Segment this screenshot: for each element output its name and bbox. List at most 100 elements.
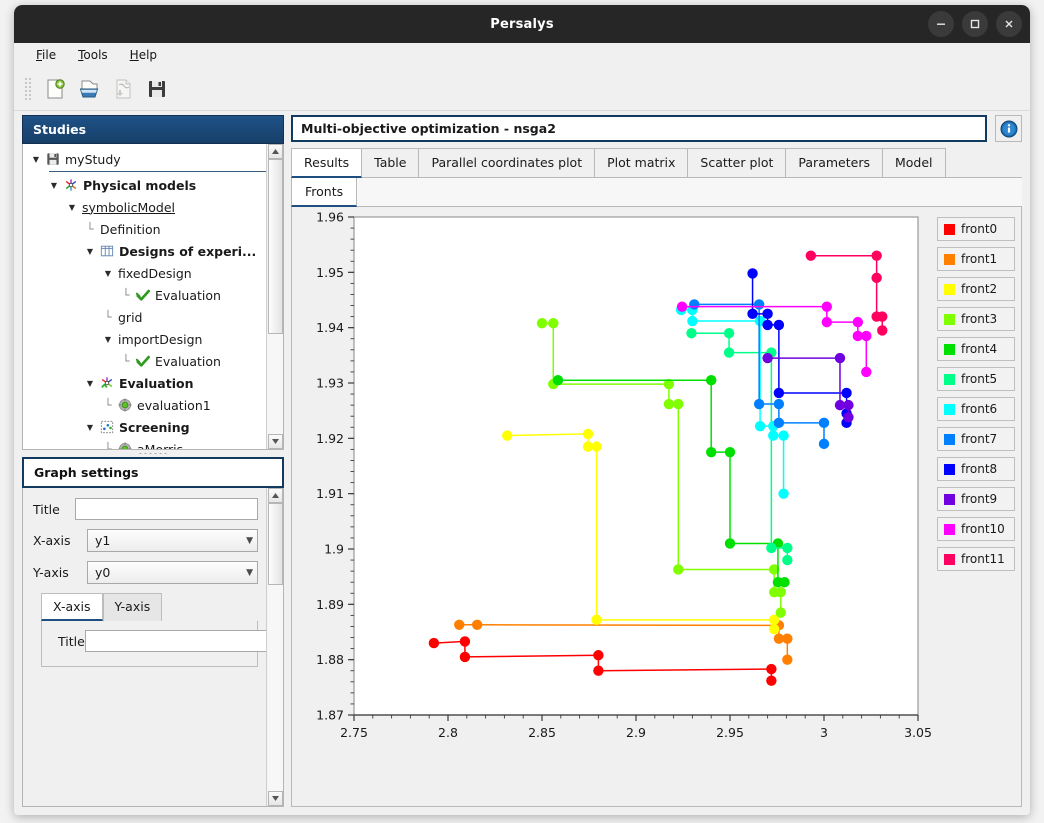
info-icon[interactable]	[995, 115, 1022, 142]
data-point	[805, 250, 817, 261]
graph-xaxis-select[interactable]: y1 ▼	[87, 529, 258, 552]
chevron-down-icon[interactable]: ▼	[83, 247, 97, 256]
tree-item-amorris[interactable]: └ aMorris	[23, 438, 266, 449]
maximize-icon[interactable]	[962, 11, 988, 37]
data-point	[706, 375, 717, 386]
tree-item-symbolicmodel[interactable]: ▼ symbolicModel	[23, 196, 266, 218]
tree-branch-icon[interactable]: └	[101, 310, 115, 324]
tree-branch-icon[interactable]: └	[83, 222, 97, 236]
legend-swatch-icon	[944, 343, 955, 355]
minimize-icon[interactable]	[928, 11, 954, 37]
panel-splitter[interactable]	[22, 450, 284, 457]
scroll-thumb[interactable]	[267, 503, 283, 585]
legend-label: front5	[961, 372, 998, 386]
data-point	[593, 665, 604, 676]
tree-scrollbar[interactable]	[266, 144, 283, 449]
legend-item-front3[interactable]: front3	[937, 307, 1015, 331]
gear-icon	[115, 442, 134, 449]
tab-scatter-plot[interactable]: Scatter plot	[687, 148, 787, 177]
axis-subtabs: X-axis Y-axis	[41, 593, 258, 621]
data-point	[766, 675, 777, 686]
y-tick-label: 1.9	[324, 542, 344, 557]
menu-tools[interactable]: Tools	[68, 45, 118, 65]
save-icon[interactable]	[141, 74, 173, 104]
chevron-down-icon[interactable]: ▼	[65, 203, 79, 212]
legend-item-front8[interactable]: front8	[937, 457, 1015, 481]
legend-item-front0[interactable]: front0	[937, 217, 1015, 241]
tab-results[interactable]: Results	[291, 148, 363, 178]
fronts-chart-svg[interactable]: 1.87 1.88 1.89 1.9 1.91 1.92 1.93 1.94 1.95 1.96 2…	[296, 211, 932, 759]
scroll-thumb[interactable]	[267, 159, 283, 334]
y-tick-label: 1.91	[316, 486, 344, 501]
menu-help[interactable]: Help	[120, 45, 167, 65]
chevron-down-icon[interactable]: ▼	[83, 379, 97, 388]
tree-item-grid[interactable]: └ grid	[23, 306, 266, 328]
chevron-down-icon[interactable]: ▼	[83, 423, 97, 432]
scroll-track[interactable]	[267, 503, 283, 791]
tab-plot-matrix[interactable]: Plot matrix	[594, 148, 689, 177]
data-point	[593, 650, 604, 661]
tree-item-screening[interactable]: ▼ Screening	[23, 416, 266, 438]
tab-y-axis[interactable]: Y-axis	[102, 593, 163, 621]
tree-item-importdesign[interactable]: ▼ importDesign	[23, 328, 266, 350]
legend-item-front5[interactable]: front5	[937, 367, 1015, 391]
tab-model[interactable]: Model	[881, 148, 946, 177]
tree-item-evaluation[interactable]: ▼ Evaluation	[23, 372, 266, 394]
tree-branch-icon[interactable]: └	[101, 442, 115, 449]
tab-x-axis[interactable]: X-axis	[41, 593, 103, 621]
legend-item-front1[interactable]: front1	[937, 247, 1015, 271]
tab-parameters[interactable]: Parameters	[785, 148, 883, 177]
chevron-down-icon[interactable]: ▼	[101, 335, 115, 344]
graph-yaxis-select[interactable]: y0 ▼	[87, 561, 258, 584]
graph-settings-scrollbar[interactable]	[266, 488, 283, 806]
legend-item-front2[interactable]: front2	[937, 277, 1015, 301]
data-point	[775, 586, 786, 598]
data-point	[536, 318, 548, 329]
scroll-up-icon[interactable]	[267, 488, 283, 503]
graph-title-input[interactable]	[75, 498, 258, 520]
menu-file[interactable]: File	[26, 45, 66, 65]
check-icon	[133, 354, 152, 368]
tree-branch-icon[interactable]: └	[119, 288, 133, 302]
close-icon[interactable]	[996, 11, 1022, 37]
gear-icon	[115, 398, 134, 412]
scroll-down-icon[interactable]	[267, 434, 283, 449]
tree-item-evaluation1[interactable]: └ evaluation1	[23, 394, 266, 416]
tree-branch-icon[interactable]: └	[119, 354, 133, 368]
legend-item-front7[interactable]: front7	[937, 427, 1015, 451]
chevron-down-icon[interactable]: ▼	[47, 181, 61, 190]
data-point	[689, 299, 700, 310]
legend-item-front10[interactable]: front10	[937, 517, 1015, 541]
legend-item-front6[interactable]: front6	[937, 397, 1015, 421]
fronts-plot[interactable]: 1.87 1.88 1.89 1.9 1.91 1.92 1.93 1.94 1.95 1.96 2…	[296, 211, 933, 802]
tree-item-physical-models[interactable]: ▼ Physical models	[23, 174, 266, 196]
chevron-down-icon[interactable]: ▼	[101, 269, 115, 278]
data-point	[502, 430, 513, 441]
toolbar-grip[interactable]	[24, 77, 31, 101]
tree-root: ▼ myStudy ▼ Physical models ▼ symbolicModel └ D…	[23, 144, 266, 449]
tree-item-evaluation[interactable]: └ Evaluation	[23, 284, 266, 306]
legend-item-front11[interactable]: front11	[937, 547, 1015, 571]
tree-item-definition[interactable]: └ Definition	[23, 218, 266, 240]
tree-branch-icon[interactable]: └	[101, 398, 115, 412]
result-header-row: Multi-objective optimization - nsga2	[291, 115, 1022, 142]
chevron-down-icon[interactable]: ▼	[29, 155, 43, 164]
scroll-up-icon[interactable]	[267, 144, 283, 159]
import-icon[interactable]	[107, 74, 139, 104]
scroll-down-icon[interactable]	[267, 791, 283, 806]
subtab-fronts[interactable]: Fronts	[291, 178, 358, 207]
tab-parallel-coordinates-plot[interactable]: Parallel coordinates plot	[418, 148, 596, 177]
legend-swatch-icon	[944, 463, 955, 475]
tree-item-mystudy[interactable]: ▼ myStudy	[23, 148, 266, 170]
right-panel: Multi-objective optimization - nsga2 Res…	[291, 115, 1022, 807]
axis-title-input[interactable]	[84, 630, 266, 652]
tree-item-evaluation[interactable]: └ Evaluation	[23, 350, 266, 372]
tree-item-designs-of-experi[interactable]: ▼ Designs of experi...	[23, 240, 266, 262]
legend-item-front4[interactable]: front4	[937, 337, 1015, 361]
legend-item-front9[interactable]: front9	[937, 487, 1015, 511]
scroll-track[interactable]	[267, 159, 283, 434]
tab-table[interactable]: Table	[361, 148, 420, 177]
tree-item-fixeddesign[interactable]: ▼ fixedDesign	[23, 262, 266, 284]
open-study-icon[interactable]	[73, 74, 105, 104]
new-study-icon[interactable]	[39, 74, 71, 104]
